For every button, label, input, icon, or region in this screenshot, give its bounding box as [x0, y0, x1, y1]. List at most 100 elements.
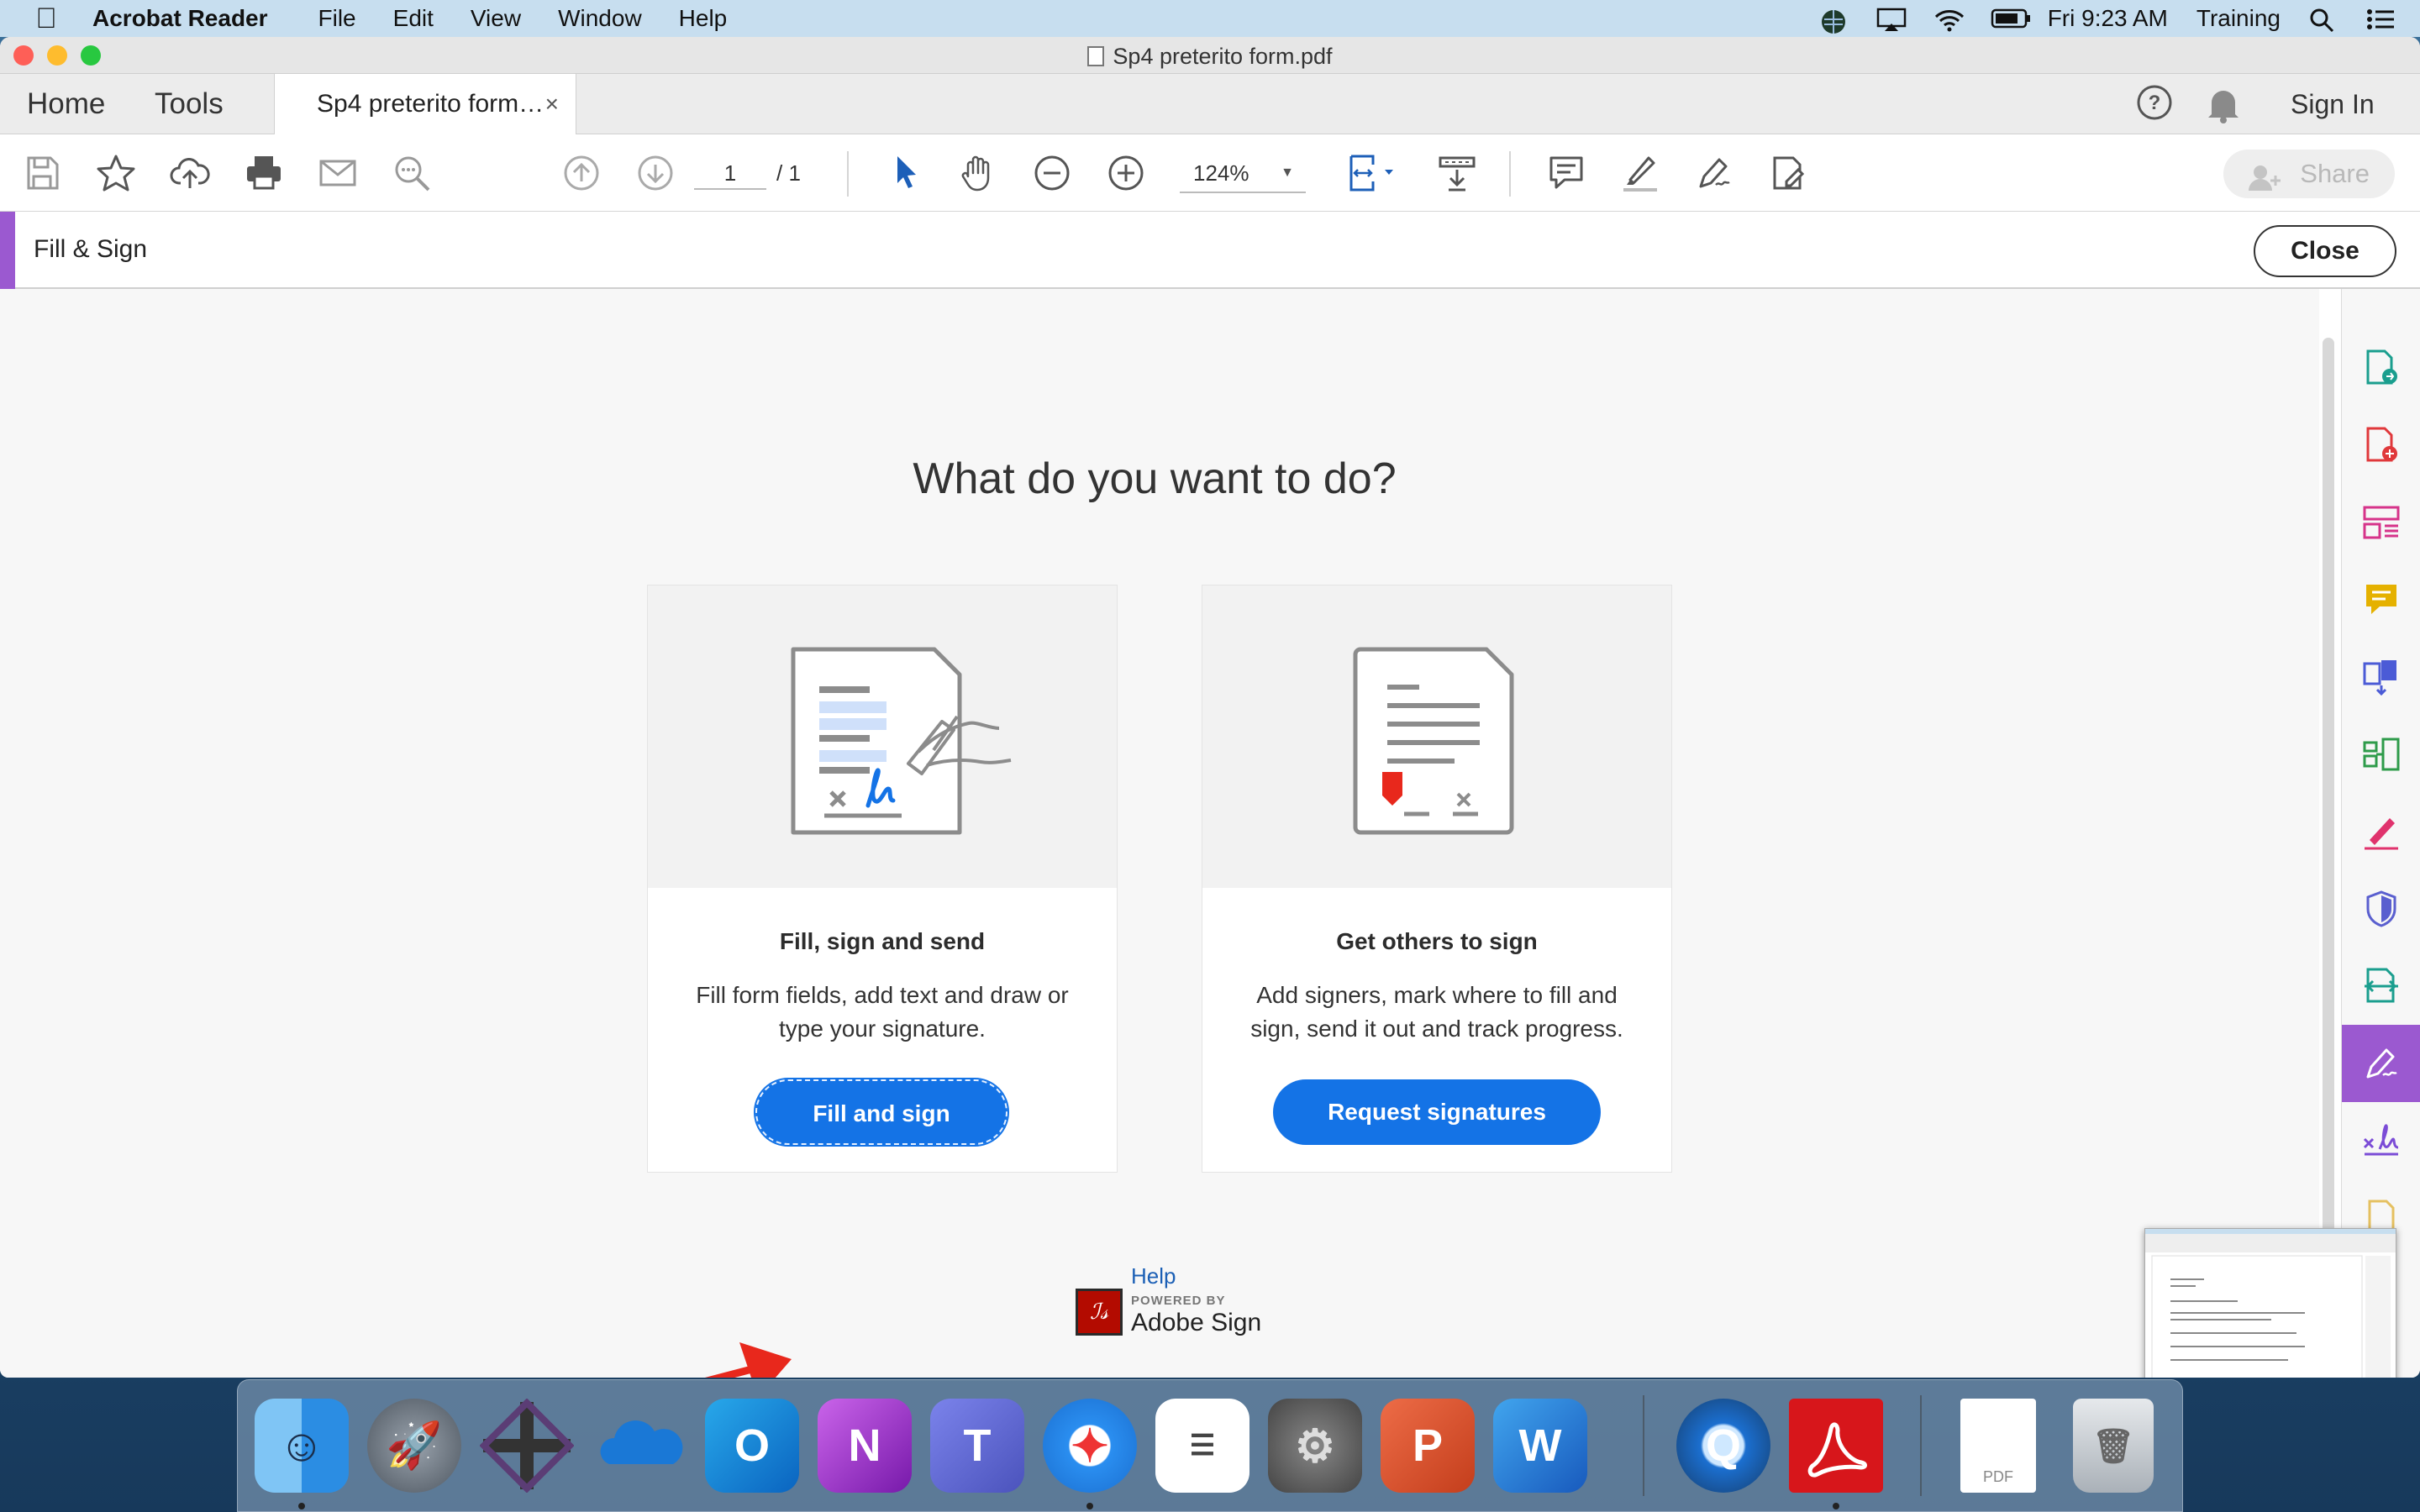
tab-home[interactable]: Home — [27, 74, 105, 134]
organize-pages-icon[interactable] — [2342, 716, 2420, 793]
powered-by-label: POWERED BY — [1131, 1294, 1226, 1308]
tab-tools[interactable]: Tools — [155, 74, 224, 134]
trash-icon[interactable]: 🗑 — [2073, 1399, 2154, 1493]
protect-shield-icon[interactable] — [2342, 870, 2420, 948]
request-signatures-illustration — [1202, 585, 1671, 888]
toolbar-divider — [1509, 151, 1511, 197]
menubar-clock[interactable]: Fri 9:23 AM — [2048, 5, 2168, 32]
airplay-icon[interactable] — [1876, 8, 1906, 31]
request-signatures-button[interactable]: Request signatures — [1273, 1079, 1601, 1145]
sign-pen-icon[interactable] — [1691, 150, 1738, 197]
email-icon[interactable] — [314, 150, 361, 197]
adobe-sign-logo: ℐ𝓈 — [1076, 1289, 1123, 1336]
bell-icon[interactable] — [2205, 84, 2242, 124]
pdf-document-icon[interactable]: PDF — [1960, 1399, 2036, 1493]
apple-menu-icon[interactable]:  — [0, 3, 92, 35]
combine-files-icon[interactable] — [2342, 638, 2420, 716]
dock-divider — [1920, 1395, 1922, 1496]
comment-icon[interactable] — [1543, 150, 1590, 197]
finder-icon[interactable]: ☺ — [255, 1399, 349, 1493]
menu-app-name[interactable]: Acrobat Reader — [92, 5, 268, 32]
window-title-bar: Sp4 preterito form.pdf — [0, 37, 2420, 74]
create-pdf-icon[interactable] — [2342, 407, 2420, 484]
pdf-file-icon — [1087, 46, 1105, 66]
reminders-icon[interactable]: ☰ — [1155, 1399, 1249, 1493]
get-others-to-sign-card: Get others to sign Add signers, mark whe… — [1202, 585, 1672, 1173]
help-icon[interactable]: ? — [2134, 82, 2175, 123]
battery-icon[interactable] — [1991, 8, 2030, 29]
share-button[interactable]: Share — [2223, 150, 2395, 198]
system-preferences-icon[interactable]: ⚙ — [1268, 1399, 1362, 1493]
menu-help[interactable]: Help — [679, 5, 728, 32]
fit-page-icon[interactable] — [1341, 150, 1405, 197]
zoom-out-icon[interactable] — [1028, 150, 1076, 197]
running-indicator — [1086, 1503, 1093, 1509]
zoom-in-icon[interactable] — [1102, 150, 1150, 197]
spotlight-search-icon[interactable] — [2309, 8, 2338, 33]
add-person-icon — [2249, 160, 2282, 208]
screenshot-thumbnail-preview[interactable] — [2144, 1228, 2396, 1378]
powerpoint-icon[interactable]: P — [1381, 1399, 1475, 1493]
cloud-upload-icon[interactable] — [166, 150, 213, 197]
edit-pdf-tool-icon[interactable] — [2342, 484, 2420, 561]
menu-file[interactable]: File — [318, 5, 356, 32]
word-icon[interactable]: W — [1493, 1399, 1587, 1493]
comment-tool-icon[interactable] — [2342, 561, 2420, 638]
save-icon[interactable] — [18, 150, 66, 197]
adobe-sign-brand: Adobe Sign — [1131, 1309, 1262, 1336]
page-number-input[interactable]: 1 — [694, 156, 766, 190]
search-text-icon[interactable] — [388, 150, 435, 197]
quicktime-icon[interactable]: Q — [1676, 1399, 1770, 1493]
acrobat-reader-icon[interactable] — [1789, 1399, 1883, 1493]
running-indicator — [1833, 1503, 1839, 1509]
safari-icon[interactable]: ✦ — [1043, 1399, 1137, 1493]
scrolling-mode-icon[interactable] — [1434, 150, 1481, 197]
page-total: / 1 — [776, 160, 801, 186]
globe-status-icon[interactable] — [1819, 8, 1848, 34]
notification-center-icon[interactable] — [2366, 8, 2395, 29]
compress-pdf-icon[interactable] — [2342, 948, 2420, 1025]
launchpad-icon[interactable]: 🚀 — [367, 1399, 461, 1493]
select-pointer-icon[interactable] — [882, 150, 929, 197]
onenote-icon[interactable]: N — [818, 1399, 912, 1493]
outlook-icon[interactable]: O — [705, 1399, 799, 1493]
onedrive-icon[interactable] — [592, 1399, 687, 1493]
dock-divider — [1643, 1395, 1644, 1496]
print-icon[interactable] — [240, 150, 287, 197]
chevron-down-icon: ▼ — [1281, 165, 1294, 180]
zoom-level-select[interactable]: 124% ▼ — [1180, 153, 1306, 193]
help-link[interactable]: Help — [1131, 1263, 1176, 1289]
card-description: Fill form fields, add text and draw or t… — [696, 982, 1069, 1042]
menu-edit[interactable]: Edit — [393, 5, 434, 32]
sign-in-link[interactable]: Sign In — [2291, 74, 2375, 134]
vertical-scrollbar[interactable] — [2323, 338, 2334, 1362]
tab-document[interactable]: Sp4 preterito form… × — [274, 74, 576, 135]
export-pdf-icon[interactable] — [2342, 329, 2420, 407]
close-tool-button[interactable]: Close — [2254, 225, 2396, 277]
share-label: Share — [2300, 159, 2370, 188]
fill-sign-content: What do you want to do? Fill, sign and s… — [0, 289, 2334, 1378]
toolbar-divider — [847, 151, 849, 197]
request-signature-icon[interactable] — [2342, 1102, 2420, 1179]
fill-sign-header: Fill & Sign Close — [0, 212, 2420, 289]
previous-page-icon[interactable] — [558, 150, 605, 197]
main-toolbar: 1 / 1 124% ▼ Share — [0, 134, 2420, 212]
mac-dock: ☺ 🚀 O N T ✦ ☰ ⚙ P W Q PDF 🗑 — [237, 1379, 2183, 1512]
wifi-icon[interactable] — [1933, 8, 1964, 32]
next-page-icon[interactable] — [632, 150, 679, 197]
edit-pdf-icon[interactable] — [1765, 150, 1812, 197]
app-cross-icon[interactable] — [480, 1399, 574, 1493]
mac-menu-bar:  Acrobat Reader File Edit View Window H… — [0, 0, 2420, 37]
fill-sign-pen-icon[interactable] — [2342, 793, 2420, 870]
hand-tool-icon[interactable] — [955, 150, 1002, 197]
highlight-pen-icon[interactable] — [1617, 150, 1664, 197]
fill-and-sign-button[interactable]: Fill and sign — [754, 1078, 1009, 1147]
menu-window[interactable]: Window — [558, 5, 642, 32]
star-icon[interactable] — [92, 150, 139, 197]
zoom-level-value: 124% — [1193, 160, 1249, 186]
menubar-user[interactable]: Training — [2196, 5, 2281, 32]
close-tab-icon[interactable]: × — [545, 74, 559, 134]
fill-sign-active-icon[interactable] — [2342, 1025, 2420, 1102]
menu-view[interactable]: View — [471, 5, 521, 32]
teams-icon[interactable]: T — [930, 1399, 1024, 1493]
